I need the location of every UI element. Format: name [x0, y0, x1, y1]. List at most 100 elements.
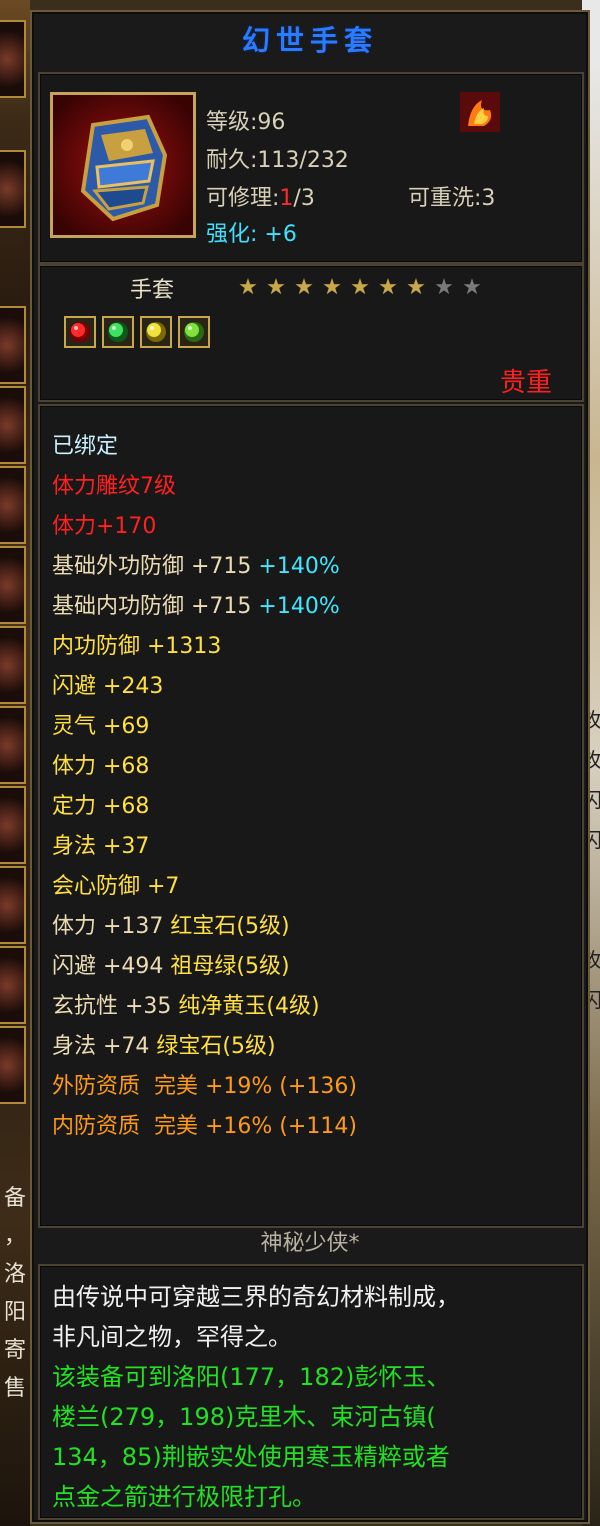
attribute-text: 体力+170 — [52, 514, 157, 539]
background-char: 阳 — [3, 1300, 26, 1325]
attribute-line: 体力 +68 — [52, 752, 149, 782]
green-gem-icon — [178, 316, 210, 348]
portrait-slot[interactable] — [0, 20, 26, 98]
attribute-line: 体力 +137 红宝石(5级) — [52, 912, 290, 942]
description-hint-line: 点金之箭进行极限打孔。 — [52, 1483, 316, 1511]
attribute-line: 基础外功防御 +715 +140% — [52, 552, 340, 582]
item-attributes-panel: 已绑定 体力雕纹7级 体力+170 基础外功防御 +715 +140% 基础内功防御 +… — [38, 404, 584, 1228]
item-description-panel: 由传说中可穿越三界的奇幻材料制成， 非凡间之物，罕得之。该装备可到洛阳(177，1… — [38, 1264, 584, 1520]
repair-used-count: 1 — [279, 186, 294, 211]
attribute-text: 体力 +68 — [52, 754, 150, 779]
attribute-text: 定力 +68 — [52, 794, 150, 819]
attribute-text: 外防资质 完美 +19% (+136) — [52, 1074, 357, 1099]
equipment-slot[interactable] — [0, 546, 26, 624]
attribute-text: 体力雕纹7级 — [52, 474, 176, 499]
background-char: 售 — [3, 1376, 26, 1401]
item-rewash: 可重洗:3 — [408, 186, 496, 211]
equipment-slot[interactable] — [0, 866, 26, 944]
attribute-line: 灵气 +69 — [52, 712, 149, 742]
attribute-text: 身法 +74 — [52, 1034, 150, 1059]
item-durability: 耐久:113/232 — [206, 148, 349, 173]
attribute-line: 闪避 +494 祖母绿(5级) — [52, 952, 290, 982]
attribute-line: 身法 +37 — [52, 832, 149, 862]
background-char: 备 — [3, 1186, 26, 1211]
item-name: 幻世手套 — [241, 24, 378, 57]
star-filled-icon: ★ — [294, 275, 314, 300]
emerald-gem-icon — [102, 316, 134, 348]
star-empty-icon: ★ — [434, 275, 454, 300]
background-char: 洛 — [3, 1262, 26, 1287]
item-owner: 神秘少侠* — [260, 1231, 360, 1256]
attribute-extra: +140% — [251, 594, 340, 619]
attribute-text: 灵气 +69 — [52, 714, 150, 739]
star-filled-icon: ★ — [406, 275, 426, 300]
equipment-slot[interactable] — [0, 306, 26, 384]
equipment-slot[interactable] — [0, 626, 26, 704]
attribute-line: 身法 +74 绿宝石(5级) — [52, 1032, 276, 1062]
item-type: 手套 — [130, 278, 175, 303]
star-filled-icon: ★ — [378, 275, 398, 300]
attribute-text: 体力 +137 — [52, 914, 164, 939]
attribute-text: 已绑定 — [52, 434, 119, 459]
attribute-extra: +140% — [251, 554, 340, 579]
attribute-line: 玄抗性 +35 纯净黄玉(4级) — [52, 992, 320, 1022]
background-left-text: 备 ， 洛阳寄售 — [2, 1180, 28, 1408]
attribute-extra: 纯净黄玉(4级) — [171, 994, 320, 1019]
item-tooltip: 幻世手套 等级:96 耐久:113/232 可修理:1/3 可重洗:3 强化: … — [30, 10, 590, 1524]
gem-sockets — [64, 316, 216, 348]
attribute-line: 体力+170 — [52, 512, 156, 542]
star-filled-icon: ★ — [350, 275, 370, 300]
description-hint-line: 134，85)荆嵌实处使用寒玉精粹或者 — [52, 1443, 450, 1471]
ruby-gem-icon — [64, 316, 96, 348]
attribute-line: 内功防御 +1313 — [52, 632, 221, 662]
repair-total: /3 — [293, 186, 315, 211]
attribute-text: 基础外功防御 +715 — [52, 554, 252, 579]
item-type-panel: 手套 ★ ★ ★ ★ ★ ★ ★ ★ ★ 贵重 — [38, 264, 584, 402]
star-filled-icon: ★ — [266, 275, 286, 300]
background-char: 寄 — [3, 1338, 26, 1363]
description-lore-line: 非凡间之物，罕得之。 — [52, 1323, 292, 1351]
equipment-slot[interactable] — [0, 1026, 26, 1104]
item-level: 等级:96 — [206, 110, 286, 135]
equipment-slot[interactable] — [0, 786, 26, 864]
background-left-panel: 备 ， 洛阳寄售 — [0, 0, 30, 1526]
attribute-line: 会心防御 +7 — [52, 872, 179, 902]
star-filled-icon: ★ — [322, 275, 342, 300]
attribute-line: 体力雕纹7级 — [52, 472, 176, 502]
star-filled-icon: ★ — [238, 275, 258, 300]
equipment-slot[interactable] — [0, 706, 26, 784]
attribute-extra: 红宝石(5级) — [163, 914, 290, 939]
attribute-extra: 绿宝石(5级) — [149, 1034, 276, 1059]
attribute-line: 已绑定 — [52, 432, 118, 462]
attribute-text: 闪避 +494 — [52, 954, 164, 979]
attribute-extra: 祖母绿(5级) — [163, 954, 290, 979]
yellow-jade-gem-icon — [140, 316, 172, 348]
attribute-text: 内防资质 完美 +16% (+114) — [52, 1114, 357, 1139]
attribute-text: 内功防御 +1313 — [52, 634, 222, 659]
item-repair: 可修理:1/3 — [206, 180, 315, 212]
attribute-text: 会心防御 +7 — [52, 874, 180, 899]
attribute-text: 闪避 +243 — [52, 674, 164, 699]
gauntlet-icon — [50, 92, 196, 238]
description-lore-line: 由传说中可穿越三界的奇幻材料制成， — [52, 1283, 460, 1311]
equipment-slot[interactable] — [0, 466, 26, 544]
attribute-line: 外防资质 完美 +19% (+136) — [52, 1072, 357, 1102]
attribute-text: 身法 +37 — [52, 834, 150, 859]
attribute-text: 基础内功防御 +715 — [52, 594, 252, 619]
equipment-slot[interactable] — [0, 946, 26, 1024]
attribute-line: 定力 +68 — [52, 792, 149, 822]
star-rating: ★ ★ ★ ★ ★ ★ ★ ★ ★ — [234, 276, 486, 300]
equipment-slot[interactable] — [0, 150, 26, 228]
star-empty-icon: ★ — [462, 275, 482, 300]
item-header-panel: 等级:96 耐久:113/232 可修理:1/3 可重洗:3 强化: +6 — [38, 72, 584, 264]
item-rarity: 贵重 — [499, 368, 552, 398]
repair-label: 可修理: — [206, 186, 280, 211]
equipment-slot[interactable] — [0, 386, 26, 464]
background-char: ， — [3, 1224, 26, 1249]
attribute-text: 玄抗性 +35 — [52, 994, 172, 1019]
flame-crest-icon — [460, 92, 500, 132]
attribute-line: 内防资质 完美 +16% (+114) — [52, 1112, 357, 1142]
attribute-line: 基础内功防御 +715 +140% — [52, 592, 340, 622]
attribute-line: 闪避 +243 — [52, 672, 163, 702]
description-hint-line: 该装备可到洛阳(177，182)彭怀玉、 — [52, 1363, 451, 1391]
